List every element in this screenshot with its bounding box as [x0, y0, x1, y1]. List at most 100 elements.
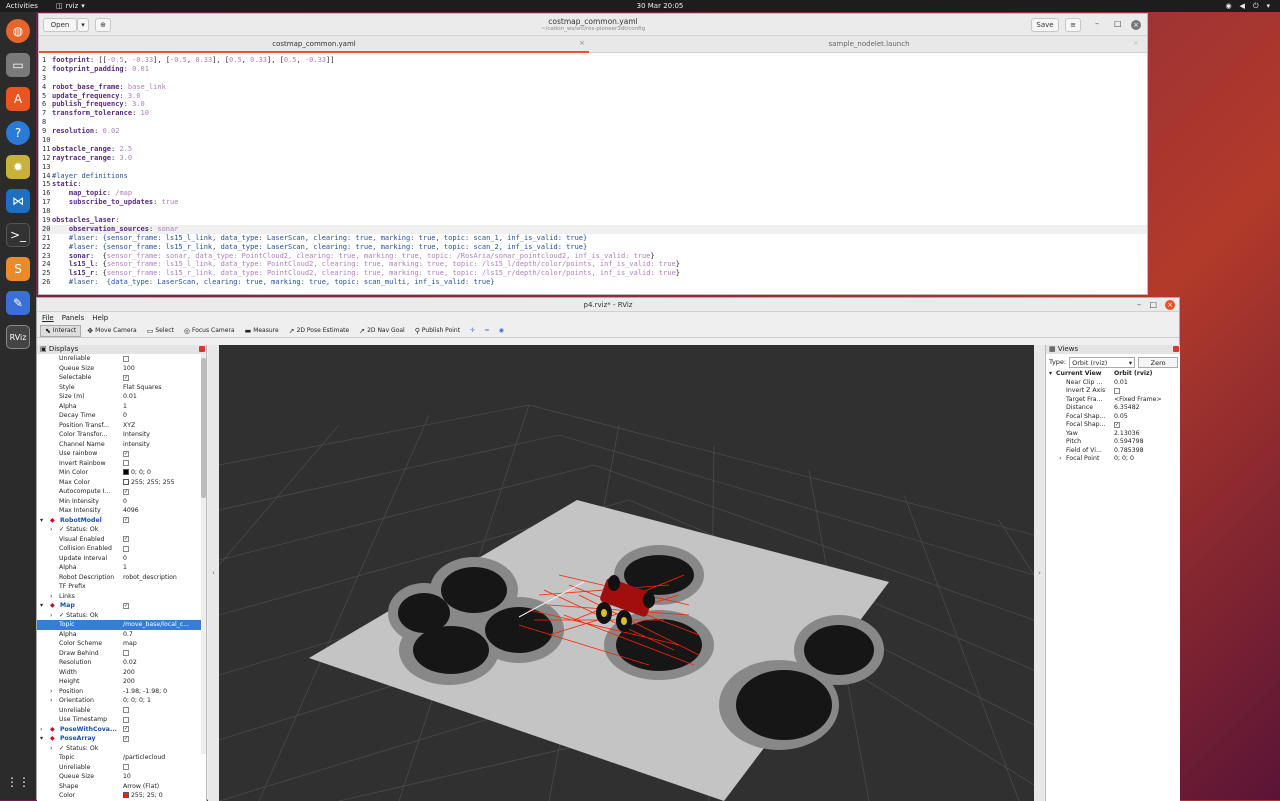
eye-icon[interactable]: ◉ — [495, 325, 508, 337]
property-value[interactable] — [123, 354, 129, 364]
settings-icon[interactable]: ✹ — [6, 155, 30, 179]
display-property-row[interactable]: Collision Enabled — [37, 544, 206, 554]
checkbox[interactable] — [123, 764, 129, 770]
display-property-row[interactable]: Draw Behind — [37, 649, 206, 659]
help-icon[interactable]: ? — [6, 121, 30, 145]
save-button[interactable]: Save — [1031, 18, 1059, 32]
property-value[interactable]: ✓ — [123, 535, 129, 545]
maximize-icon[interactable]: □ — [1149, 298, 1157, 312]
display-property-row[interactable]: › Position -1.98; -1.98; 0 — [37, 687, 206, 697]
display-property-row[interactable]: › Orientation 0; 0; 0; 1 — [37, 696, 206, 706]
display-property-row[interactable]: Autocompute I... ✓ — [37, 487, 206, 497]
display-property-row[interactable]: Height 200 — [37, 677, 206, 687]
2d-nav-goal-tool-button[interactable]: ➚ 2D Nav Goal — [355, 325, 409, 337]
maximize-icon[interactable]: □ — [1114, 19, 1122, 28]
view-type-select[interactable]: Orbit (rviz) ▾ — [1069, 356, 1136, 368]
expand-arrow-icon[interactable]: ▾ — [40, 516, 43, 526]
checkbox[interactable] — [1114, 388, 1120, 394]
files-icon[interactable]: ▭ — [6, 53, 30, 77]
expand-arrow-icon[interactable]: › — [1059, 455, 1061, 464]
display-property-row[interactable]: Style Flat Squares — [37, 383, 206, 393]
expand-arrow-icon[interactable]: › — [50, 696, 52, 706]
checkbox[interactable]: ✓ — [123, 726, 129, 732]
display-property-row[interactable]: Use Timestamp — [37, 715, 206, 725]
select-tool-button[interactable]: ▭ Select — [143, 325, 178, 337]
display-property-row[interactable]: Queue Size 100 — [37, 364, 206, 374]
property-value[interactable]: ✓ — [123, 516, 129, 526]
firefox-icon[interactable]: ◍ — [6, 19, 30, 43]
expand-arrow-icon[interactable]: › — [50, 611, 52, 621]
display-property-row[interactable]: Invert Rainbow — [37, 459, 206, 469]
display-property-row[interactable]: Min Intensity 0 — [37, 497, 206, 507]
display-property-row[interactable]: Max Intensity 4096 — [37, 506, 206, 516]
view-property-row[interactable]: Target Fra... <Fixed Frame> — [1046, 396, 1180, 405]
display-property-row[interactable]: › Links — [37, 592, 206, 602]
right-collapse-handle[interactable]: › — [1034, 345, 1045, 801]
expand-arrow-icon[interactable]: › — [50, 525, 52, 535]
view-property-row[interactable]: Distance 6.35482 — [1046, 404, 1180, 413]
code-editor[interactable]: 1 footprint: [[-0.5, -0.33], [-0.5, 0.33]… — [39, 56, 1147, 294]
display-property-row[interactable]: Selectable ✓ — [37, 373, 206, 383]
close-icon[interactable]: × — [1131, 20, 1141, 30]
color-swatch[interactable] — [123, 478, 129, 485]
tab-close-icon[interactable]: × — [1133, 39, 1139, 47]
minimize-icon[interactable]: – — [1095, 19, 1099, 28]
display-property-row[interactable]: Shape Arrow (Flat) — [37, 782, 206, 792]
display-property-row[interactable]: Unreliable — [37, 763, 206, 773]
display-property-row[interactable]: Resolution 0.02 — [37, 658, 206, 668]
publish-point-tool-button[interactable]: ⚲ Publish Point — [411, 325, 464, 337]
expand-arrow-icon[interactable]: › — [50, 687, 52, 697]
display-property-row[interactable]: › ✓ Status: Ok — [37, 611, 206, 621]
displays-scrollbar[interactable] — [201, 354, 206, 754]
property-value[interactable] — [123, 706, 129, 716]
move-camera-tool-button[interactable]: ✥ Move Camera — [83, 325, 140, 337]
apps-grid-icon[interactable]: ⋮⋮ — [6, 770, 30, 794]
display-property-row[interactable]: Min Color 0; 0; 0 — [37, 468, 206, 478]
activities-button[interactable]: Activities — [6, 2, 38, 10]
property-value[interactable] — [123, 763, 129, 773]
expand-arrow-icon[interactable]: ▾ — [40, 601, 43, 611]
view-property-row[interactable]: Focal Shap... 0.05 — [1046, 413, 1180, 422]
display-property-row[interactable]: Alpha 0.7 — [37, 630, 206, 640]
app-menu[interactable]: ◫ rviz ▾ — [56, 2, 85, 10]
checkbox[interactable] — [123, 460, 129, 466]
menu-panels[interactable]: Panels — [62, 312, 85, 324]
property-value[interactable] — [123, 459, 129, 469]
property-value[interactable]: ✓ — [123, 725, 129, 735]
property-value[interactable] — [123, 649, 129, 659]
zero-button[interactable]: Zero — [1138, 356, 1179, 368]
display-property-row[interactable]: › ✓ Status: Ok — [37, 744, 206, 754]
display-property-row[interactable]: Robot Description robot_description — [37, 573, 206, 583]
property-value[interactable]: ✓ — [123, 373, 129, 383]
vscode-icon[interactable]: ⋈ — [6, 189, 30, 213]
display-property-row[interactable]: Size (m) 0.01 — [37, 392, 206, 402]
checkbox[interactable]: ✓ — [123, 488, 129, 495]
checkbox[interactable]: ✓ — [123, 450, 129, 457]
display-property-row[interactable]: Update Interval 0 — [37, 554, 206, 564]
view-property-row[interactable]: ▾ Current View Orbit (rviz) — [1046, 370, 1180, 379]
display-property-row[interactable]: Use rainbow ✓ — [37, 449, 206, 459]
display-property-row[interactable]: Visual Enabled ✓ — [37, 535, 206, 545]
view-property-row[interactable]: Field of Vi... 0.785398 — [1046, 447, 1180, 456]
display-property-row[interactable]: TF Prefix — [37, 582, 206, 592]
view-property-row[interactable]: Yaw 2.13036 — [1046, 430, 1180, 439]
software-icon[interactable]: A — [6, 87, 30, 111]
tab-costmap-common[interactable]: costmap_common.yaml — [39, 36, 589, 53]
tab-sample-nodelet[interactable]: sample_nodelet.launch — [594, 36, 1144, 53]
checkbox[interactable] — [123, 716, 129, 723]
minimize-icon[interactable]: – — [1137, 298, 1141, 312]
display-property-row[interactable]: Topic/move_base/local_c... — [37, 620, 206, 630]
displays-tree[interactable]: Unreliable Queue Size 100 Selectable ✓ Style F… — [37, 354, 206, 801]
menu-file[interactable]: File — [42, 312, 54, 324]
display-property-row[interactable]: Width 200 — [37, 668, 206, 678]
hamburger-menu-icon[interactable]: ≡ — [1065, 18, 1081, 32]
checkbox[interactable] — [123, 355, 129, 362]
display-property-row[interactable]: Position Transf... XYZ — [37, 421, 206, 431]
sublime-icon[interactable]: S — [6, 257, 30, 281]
display-property-row[interactable]: Channel Name intensity — [37, 440, 206, 450]
checkbox[interactable]: ✓ — [123, 374, 129, 381]
display-property-row[interactable]: Alpha 1 — [37, 402, 206, 412]
terminal-icon[interactable]: >_ — [6, 223, 30, 247]
property-value[interactable]: ✓ — [123, 449, 129, 459]
color-swatch[interactable] — [123, 469, 129, 475]
